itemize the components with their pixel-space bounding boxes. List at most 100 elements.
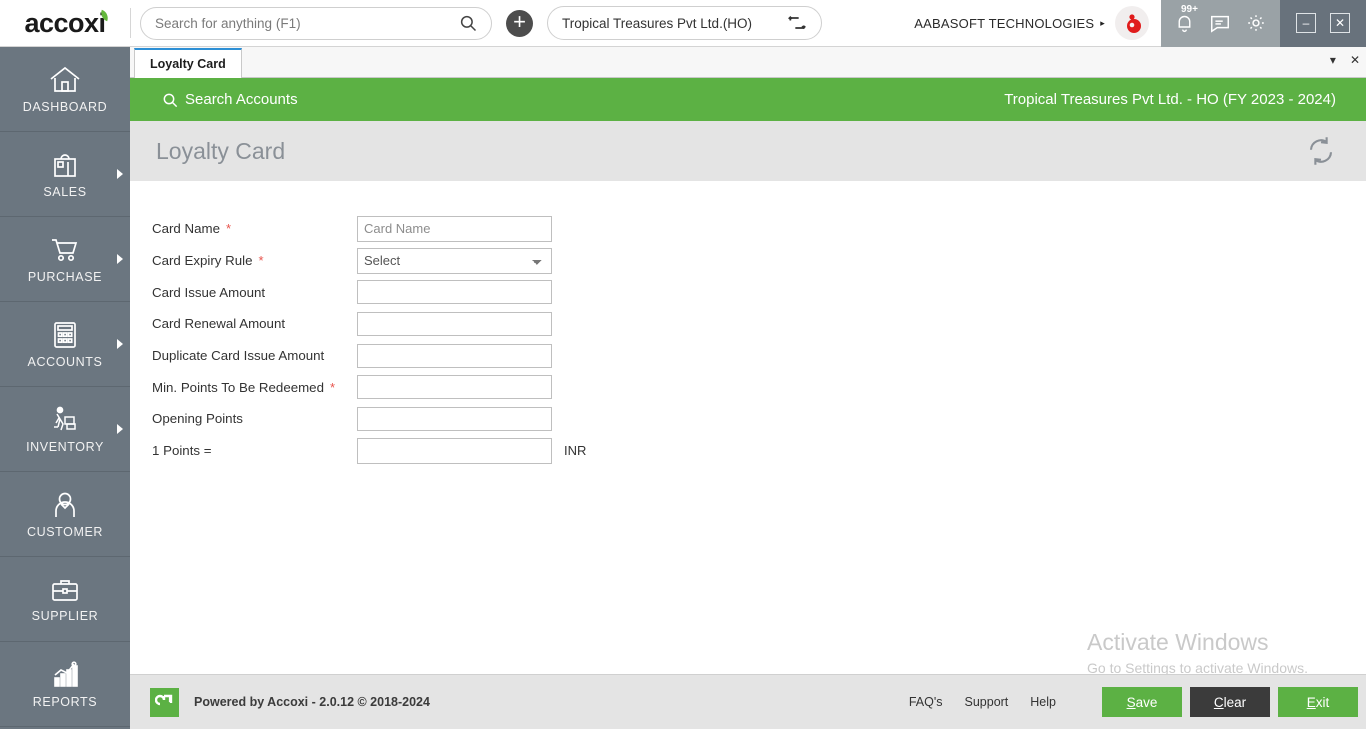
calculator-icon [54,321,76,348]
briefcase-icon [52,579,78,601]
chevron-right-icon [117,424,123,434]
refresh-icon[interactable] [1306,136,1336,166]
page-header: Loyalty Card [130,121,1366,181]
bar-chart-icon [54,660,78,687]
global-search[interactable] [140,6,492,40]
notification-bell-button[interactable]: 99+ [1174,4,1198,34]
sidebar-label-reports: REPORTS [32,694,98,709]
search-accounts-button[interactable]: Search Accounts [162,91,298,108]
clear-button[interactable]: Clear [1190,687,1270,717]
label-points-conversion: 1 Points = [152,443,357,458]
required-marker: * [225,221,232,237]
notification-bell-icon [1178,15,1191,32]
app-logo-text: accoxi [24,7,106,38]
search-icon[interactable] [459,14,477,32]
required-marker: * [329,379,336,395]
chevron-right-icon: ▸ [1100,17,1105,28]
tab-bar-controls: ▾ ✕ [1330,53,1360,67]
label-text: Card Name [152,221,220,237]
sidebar-label-purchase: PURCHASE [27,269,103,284]
add-new-button[interactable]: + [506,9,533,37]
app-logo[interactable]: accoxi [0,0,130,47]
sidebar-item-customer[interactable]: CUSTOMER [0,472,130,557]
watermark-line-1: Activate Windows [1087,629,1269,655]
green-header-bar: Search Accounts Tropical Treasures Pvt L… [130,78,1366,121]
label-text: Card Expiry Rule [152,253,253,269]
field-row-duplicate-card-issue-amount: Duplicate Card Issue Amount [152,340,1366,372]
sidebar-item-inventory[interactable]: INVENTORY [0,387,130,472]
sidebar-item-supplier[interactable]: SUPPLIER [0,557,130,642]
card-expiry-rule-select[interactable]: Select [357,247,552,274]
field-row-card-expiry-rule: Card Expiry Rule * Select [152,245,1366,277]
field-row-card-name: Card Name * [152,213,1366,245]
close-button[interactable]: ✕ [1330,13,1350,33]
card-renewal-amount-input[interactable] [357,311,552,336]
help-link[interactable]: Help [1030,695,1056,709]
user-area: AABASOFT TECHNOLOGIES ▸ 99+ – ✕ [914,0,1366,47]
activate-windows-watermark: Activate Windows Go to Settings to activ… [1087,629,1308,676]
label-card-renewal-amount: Card Renewal Amount [152,316,357,331]
switch-branch-icon[interactable] [787,13,807,33]
sidebar-label-accounts: ACCOUNTS [27,354,103,369]
person-icon [55,492,75,517]
branch-selector[interactable]: Tropical Treasures Pvt Ltd.(HO) [547,6,822,40]
footer-bar: Powered by Accoxi - 2.0.12 © 2018-2024 F… [130,674,1366,729]
field-row-card-issue-amount: Card Issue Amount [152,276,1366,308]
label-text: Opening Points [152,411,243,427]
user-avatar-icon [1127,14,1141,33]
shopping-cart-icon [52,238,78,261]
sidebar-item-dashboard[interactable]: DASHBOARD [0,47,130,132]
sidebar-item-reports[interactable]: REPORTS [0,642,130,727]
home-icon [50,66,80,92]
shopping-bag-icon [54,153,76,177]
opening-points-input[interactable] [357,406,552,431]
sidebar-label-customer: CUSTOMER [26,524,104,539]
tab-loyalty-card[interactable]: Loyalty Card [134,48,242,78]
logo-divider [130,8,131,38]
sidebar: DASHBOARD SALES PURCHASE ACCOUNTS INVENT… [0,47,130,729]
user-menu[interactable]: AABASOFT TECHNOLOGIES ▸ [914,16,1105,31]
settings-gear-icon [1248,15,1264,31]
label-card-issue-amount: Card Issue Amount [152,285,357,300]
label-text: Card Renewal Amount [152,316,286,332]
accoxi-arrow-icon [150,687,179,717]
label-opening-points: Opening Points [152,411,357,426]
page-title: Loyalty Card [156,137,286,164]
label-text: 1 Points = [152,443,212,459]
search-icon [163,93,178,107]
support-link[interactable]: Support [965,695,1009,709]
card-issue-amount-input[interactable] [357,280,552,305]
label-duplicate-card-issue-amount: Duplicate Card Issue Amount [152,348,357,363]
sidebar-item-sales[interactable]: SALES [0,132,130,217]
loyalty-card-form: Card Name * Card Expiry Rule * Select Ca… [130,181,1366,693]
tab-label: Loyalty Card [150,57,226,71]
notes-button[interactable] [1209,12,1231,34]
avatar[interactable] [1115,6,1149,40]
search-input[interactable] [155,15,459,31]
sidebar-item-accounts[interactable]: ACCOUNTS [0,302,130,387]
settings-button[interactable] [1245,12,1267,34]
footer-buttons: Save Clear Exit [1102,687,1358,717]
sidebar-item-purchase[interactable]: PURCHASE [0,217,130,302]
window-controls: – ✕ [1280,0,1366,47]
exit-button[interactable]: Exit [1278,687,1358,717]
chevron-right-icon [117,254,123,264]
min-points-to-be-redeemed-input[interactable] [357,375,552,400]
sidebar-label-supplier: SUPPLIER [31,608,99,623]
main-content: Loyalty Card ▾ ✕ Search Accounts Tropica… [130,47,1366,729]
points-conversion-input[interactable] [357,437,552,464]
close-icon[interactable]: ✕ [1350,53,1360,67]
top-bar: accoxi + Tropical Treasures Pvt Ltd.(HO)… [0,0,1366,47]
currency-suffix: INR [564,443,587,459]
save-button[interactable]: Save [1102,687,1182,717]
card-name-input[interactable] [357,215,552,242]
label-text: Min. Points To Be Redeemed [152,379,324,395]
chevron-right-icon [117,339,123,349]
user-name-label: AABASOFT TECHNOLOGIES [914,15,1095,31]
chevron-down-icon[interactable]: ▾ [1330,53,1336,67]
tab-bar: Loyalty Card ▾ ✕ [130,47,1366,78]
duplicate-card-issue-amount-input[interactable] [357,343,552,368]
faq-link[interactable]: FAQ's [909,695,943,709]
company-fiscal-info: Tropical Treasures Pvt Ltd. - HO (FY 202… [1004,91,1336,108]
minimize-button[interactable]: – [1296,13,1316,33]
